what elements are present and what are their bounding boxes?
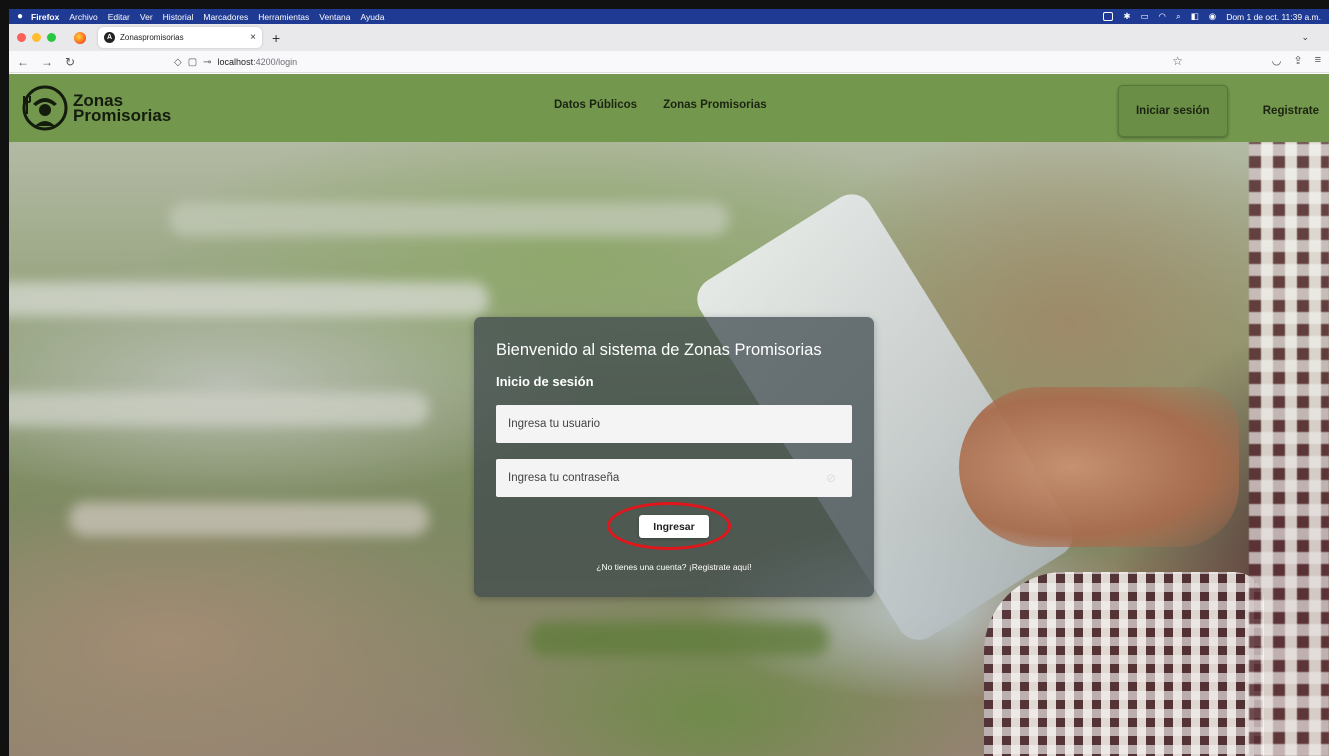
menu-herramientas[interactable]: Herramientas bbox=[258, 12, 309, 22]
brand[interactable]: Zonas Promisorias bbox=[21, 84, 171, 132]
menu-editar[interactable]: Editar bbox=[108, 12, 130, 22]
minimize-window-icon[interactable] bbox=[32, 33, 41, 42]
reload-button[interactable]: ↻ bbox=[65, 55, 75, 69]
menu-historial[interactable]: Historial bbox=[163, 12, 194, 22]
battery-icon[interactable]: ▭ bbox=[1141, 11, 1149, 22]
hand-image bbox=[959, 387, 1239, 547]
background-row bbox=[9, 392, 429, 426]
wifi-icon[interactable]: ◠ bbox=[1159, 11, 1166, 22]
browser-navbar: ← → ↻ ◇ ▢ ⊸ localhost:4200/login ☆ ◡ ⇪ ≡ bbox=[9, 51, 1329, 73]
password-placeholder: Ingresa tu contraseña bbox=[508, 472, 620, 484]
background-row bbox=[9, 282, 489, 316]
login-title: Bienvenido al sistema de Zonas Promisori… bbox=[496, 341, 822, 359]
spotlight-search-icon[interactable]: ⌕ bbox=[1176, 11, 1181, 22]
url-bar[interactable]: ◇ ▢ ⊸ localhost:4200/login bbox=[174, 54, 297, 70]
background-row bbox=[169, 202, 729, 236]
forward-button[interactable]: → bbox=[41, 55, 53, 69]
nav-link-datos-publicos[interactable]: Datos Públicos bbox=[554, 99, 637, 111]
macos-menubar: ● Firefox Archivo Editar Ver Historial M… bbox=[9, 9, 1329, 24]
list-all-tabs-icon[interactable]: ⌄ bbox=[1301, 32, 1309, 43]
pocket-icon[interactable]: ◡ bbox=[1272, 54, 1282, 67]
apple-icon[interactable]: ● bbox=[17, 11, 31, 22]
window-controls bbox=[17, 33, 56, 42]
menu-hamburger-icon[interactable]: ≡ bbox=[1315, 54, 1321, 67]
toolbar-right: ◡ ⇪ ≡ bbox=[1272, 54, 1321, 67]
background-row bbox=[69, 502, 429, 536]
new-tab-button[interactable]: + bbox=[272, 30, 280, 46]
menu-ayuda[interactable]: Ayuda bbox=[361, 12, 385, 22]
farmer-logo-icon bbox=[22, 85, 68, 131]
brand-name: Zonas Promisorias bbox=[73, 92, 172, 125]
menubar-clock[interactable]: Dom 1 de oct. 11:39 a.m. bbox=[1226, 12, 1321, 22]
menu-marcadores[interactable]: Marcadores bbox=[203, 12, 248, 22]
close-window-icon[interactable] bbox=[17, 33, 26, 42]
tab-zonaspromisorias[interactable]: A Zonaspromisorias × bbox=[98, 27, 262, 48]
login-subtitle: Inicio de sesión bbox=[496, 374, 594, 389]
bluetooth-icon[interactable]: ✱ bbox=[1123, 11, 1130, 22]
screenshot-frame: ● Firefox Archivo Editar Ver Historial M… bbox=[0, 0, 1329, 756]
password-input[interactable]: Ingresa tu contraseña ⊘ bbox=[496, 459, 852, 497]
tab-close-icon[interactable]: × bbox=[250, 32, 256, 43]
sleeve-image bbox=[984, 572, 1264, 756]
back-button[interactable]: ← bbox=[17, 55, 29, 69]
login-nav-button[interactable]: Iniciar sesión bbox=[1117, 85, 1228, 137]
tracking-protection-shield-icon[interactable]: ◇ bbox=[174, 57, 182, 68]
auth-nav: Iniciar sesión Registrate bbox=[1117, 85, 1319, 137]
url-path: :4200/login bbox=[253, 57, 298, 67]
url-host: localhost bbox=[217, 57, 254, 67]
brand-line-2: Promisorias bbox=[73, 106, 172, 125]
status-app-icon[interactable] bbox=[1103, 12, 1114, 21]
menu-app-name[interactable]: Firefox bbox=[31, 12, 59, 22]
tab-title: Zonaspromisorias bbox=[120, 33, 184, 42]
permissions-key-icon[interactable]: ⊸ bbox=[203, 57, 211, 68]
control-center-icon[interactable]: ◧ bbox=[1191, 11, 1199, 22]
zoom-window-icon[interactable] bbox=[47, 33, 56, 42]
screen: ● Firefox Archivo Editar Ver Historial M… bbox=[9, 9, 1329, 756]
register-nav-link[interactable]: Registrate bbox=[1263, 105, 1319, 117]
firefox-view-icon[interactable] bbox=[74, 31, 86, 44]
menu-ventana[interactable]: Ventana bbox=[319, 12, 350, 22]
username-placeholder: Ingresa tu usuario bbox=[508, 418, 601, 430]
submit-login-button[interactable]: Ingresar bbox=[639, 515, 709, 538]
app-header: Zonas Promisorias Datos Públicos Zonas P… bbox=[9, 74, 1329, 142]
login-card: Bienvenido al sistema de Zonas Promisori… bbox=[474, 317, 874, 597]
register-prompt-link[interactable]: ¿No tienes una cuenta? ¡Registrate aquí! bbox=[474, 562, 874, 572]
angular-favicon-icon: A bbox=[104, 32, 115, 43]
menu-ver[interactable]: Ver bbox=[140, 12, 153, 22]
hero-background: Bienvenido al sistema de Zonas Promisori… bbox=[9, 142, 1329, 756]
page-icon: ▢ bbox=[187, 56, 198, 68]
status-area: ✱ ▭ ◠ ⌕ ◧ ◉ Dom 1 de oct. 11:39 a.m. bbox=[1103, 11, 1321, 22]
toggle-password-visibility-icon[interactable]: ⊘ bbox=[826, 471, 840, 485]
share-icon[interactable]: ⇪ bbox=[1293, 54, 1302, 67]
siri-icon[interactable]: ◉ bbox=[1209, 11, 1216, 22]
shirt-image bbox=[1249, 142, 1329, 756]
menu-archivo[interactable]: Archivo bbox=[69, 12, 97, 22]
background-row bbox=[529, 622, 829, 656]
bookmark-star-icon[interactable]: ☆ bbox=[1172, 54, 1183, 68]
username-input[interactable]: Ingresa tu usuario bbox=[496, 405, 852, 443]
browser-tabstrip: A Zonaspromisorias × + ⌄ bbox=[9, 24, 1329, 51]
nav-link-zonas-promisorias[interactable]: Zonas Promisorias bbox=[663, 99, 767, 111]
main-nav: Datos Públicos Zonas Promisorias bbox=[554, 99, 767, 111]
